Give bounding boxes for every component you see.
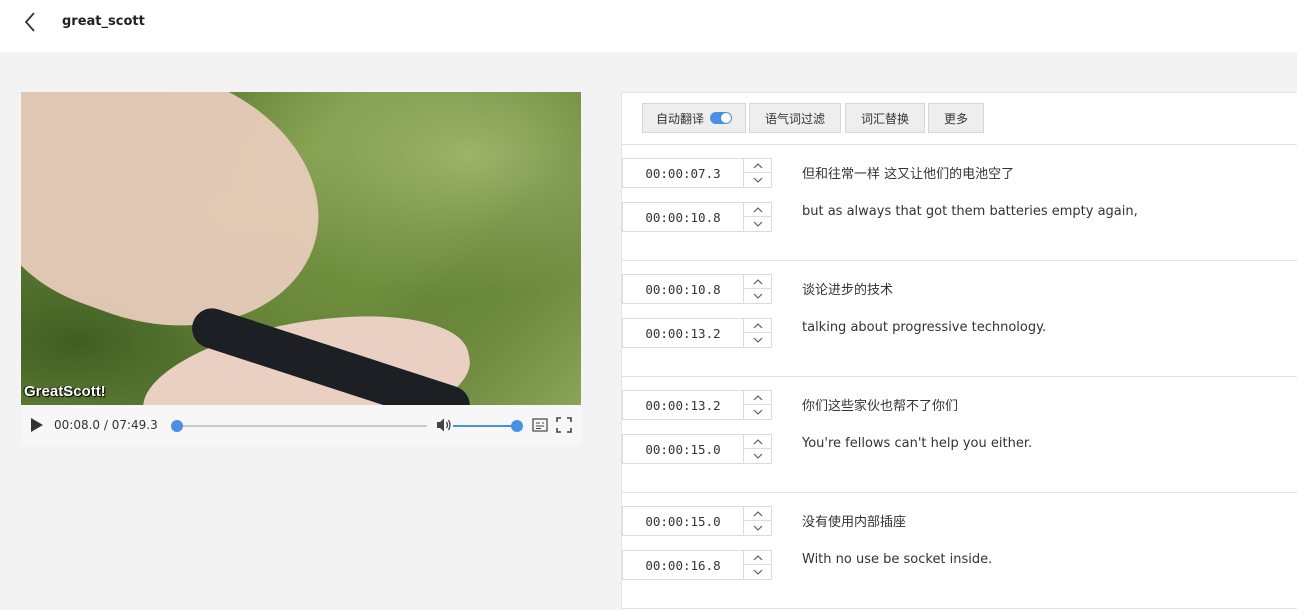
decrement-button[interactable] xyxy=(744,521,772,535)
filler-filter-button[interactable]: 语气词过滤 xyxy=(749,103,841,133)
increment-button[interactable] xyxy=(744,391,772,405)
chevron-up-icon xyxy=(753,394,763,400)
chinese-subtitle-text[interactable]: 你们这些家伙也帮不了你们 xyxy=(802,395,958,414)
start-time-field xyxy=(622,274,772,304)
end-time-input[interactable] xyxy=(623,319,743,347)
chinese-subtitle-text[interactable]: 谈论进步的技术 xyxy=(802,279,893,298)
seek-bar-handle[interactable] xyxy=(171,420,184,432)
time-readout: 00:08.0 / 07:49.3 xyxy=(54,418,158,432)
increment-button[interactable] xyxy=(744,319,772,333)
subtitle-segment: 没有使用内部插座 With no use be socket inside. xyxy=(622,493,1297,609)
start-time-field xyxy=(622,506,772,536)
increment-button[interactable] xyxy=(744,275,772,289)
increment-button[interactable] xyxy=(744,435,772,449)
subtitle-icon xyxy=(532,418,548,432)
end-time-field xyxy=(622,202,772,232)
chevron-down-icon xyxy=(753,569,763,575)
fullscreen-icon xyxy=(556,417,572,433)
volume-slider[interactable] xyxy=(453,420,523,432)
back-button[interactable] xyxy=(20,10,42,34)
start-time-stepper xyxy=(743,391,772,419)
subtitle-segment: 谈论进步的技术 talking about progressive techno… xyxy=(622,261,1297,377)
chevron-down-icon xyxy=(753,337,763,343)
volume-button[interactable] xyxy=(436,417,452,433)
page-title: great_scott xyxy=(62,14,145,29)
start-time-field xyxy=(622,158,772,188)
subtitle-button[interactable] xyxy=(532,417,548,433)
decrement-button[interactable] xyxy=(744,173,772,187)
end-time-stepper xyxy=(743,435,772,463)
decrement-button[interactable] xyxy=(744,565,772,579)
volume-icon xyxy=(437,418,451,432)
english-subtitle-text[interactable]: talking about progressive technology. xyxy=(802,320,1046,335)
start-time-stepper xyxy=(743,507,772,535)
end-time-input[interactable] xyxy=(623,435,743,463)
increment-button[interactable] xyxy=(744,551,772,565)
chevron-up-icon xyxy=(753,438,763,444)
video-watermark: GreatScott! xyxy=(24,383,106,400)
decrement-button[interactable] xyxy=(744,289,772,303)
video-frame[interactable]: GreatScott! xyxy=(21,92,581,405)
chevron-down-icon xyxy=(753,525,763,531)
decrement-button[interactable] xyxy=(744,333,772,347)
chevron-down-icon xyxy=(753,293,763,299)
chevron-up-icon xyxy=(753,162,763,168)
decrement-button[interactable] xyxy=(744,449,772,463)
word-replace-button[interactable]: 词汇替换 xyxy=(845,103,925,133)
chevron-up-icon xyxy=(753,510,763,516)
editor-toolbar: 自动翻译 语气词过滤 词汇替换 更多 xyxy=(622,93,1297,145)
play-icon xyxy=(31,418,43,432)
chinese-subtitle-text[interactable]: 没有使用内部插座 xyxy=(802,511,906,530)
auto-translate-toggle[interactable] xyxy=(710,112,732,124)
subtitle-segment: 但和往常一样 这又让他们的电池空了 but as always that got… xyxy=(622,145,1297,261)
chevron-down-icon xyxy=(753,177,763,183)
top-bar: great_scott xyxy=(0,0,1297,52)
chevron-up-icon xyxy=(753,278,763,284)
end-time-input[interactable] xyxy=(623,203,743,231)
chevron-down-icon xyxy=(753,221,763,227)
end-time-field xyxy=(622,318,772,348)
english-subtitle-text[interactable]: but as always that got them batteries em… xyxy=(802,204,1138,219)
end-time-stepper xyxy=(743,203,772,231)
video-player: GreatScott! 00:08.0 / 07:49.3 xyxy=(21,92,581,446)
player-controls: 00:08.0 / 07:49.3 xyxy=(21,405,581,446)
subtitle-segment: 你们这些家伙也帮不了你们 You're fellows can't help y… xyxy=(622,377,1297,493)
start-time-input[interactable] xyxy=(623,275,743,303)
play-button[interactable] xyxy=(30,417,44,433)
end-time-field xyxy=(622,434,772,464)
start-time-input[interactable] xyxy=(623,391,743,419)
start-time-stepper xyxy=(743,159,772,187)
more-button[interactable]: 更多 xyxy=(928,103,984,133)
volume-slider-fill xyxy=(453,425,517,427)
chevron-left-icon xyxy=(24,12,35,32)
start-time-input[interactable] xyxy=(623,507,743,535)
subtitle-editor-panel: 自动翻译 语气词过滤 词汇替换 更多 但和往常一样 这又让他们的电池空了 but… xyxy=(621,92,1297,610)
auto-translate-label: 自动翻译 xyxy=(655,111,704,126)
volume-slider-handle[interactable] xyxy=(511,420,523,432)
chevron-up-icon xyxy=(753,322,763,328)
chevron-down-icon xyxy=(753,453,763,459)
chevron-down-icon xyxy=(753,409,763,415)
end-time-input[interactable] xyxy=(623,551,743,579)
decrement-button[interactable] xyxy=(744,405,772,419)
end-time-stepper xyxy=(743,551,772,579)
end-time-stepper xyxy=(743,319,772,347)
start-time-stepper xyxy=(743,275,772,303)
end-time-field xyxy=(622,550,772,580)
chevron-up-icon xyxy=(753,554,763,560)
seek-bar[interactable] xyxy=(171,420,427,432)
increment-button[interactable] xyxy=(744,507,772,521)
english-subtitle-text[interactable]: You're fellows can't help you either. xyxy=(802,436,1032,451)
increment-button[interactable] xyxy=(744,203,772,217)
english-subtitle-text[interactable]: With no use be socket inside. xyxy=(802,552,992,567)
start-time-field xyxy=(622,390,772,420)
fullscreen-button[interactable] xyxy=(556,417,572,433)
auto-translate-button[interactable]: 自动翻译 xyxy=(642,103,746,133)
chevron-up-icon xyxy=(753,206,763,212)
start-time-input[interactable] xyxy=(623,159,743,187)
chinese-subtitle-text[interactable]: 但和往常一样 这又让他们的电池空了 xyxy=(802,163,1014,182)
increment-button[interactable] xyxy=(744,159,772,173)
decrement-button[interactable] xyxy=(744,217,772,231)
